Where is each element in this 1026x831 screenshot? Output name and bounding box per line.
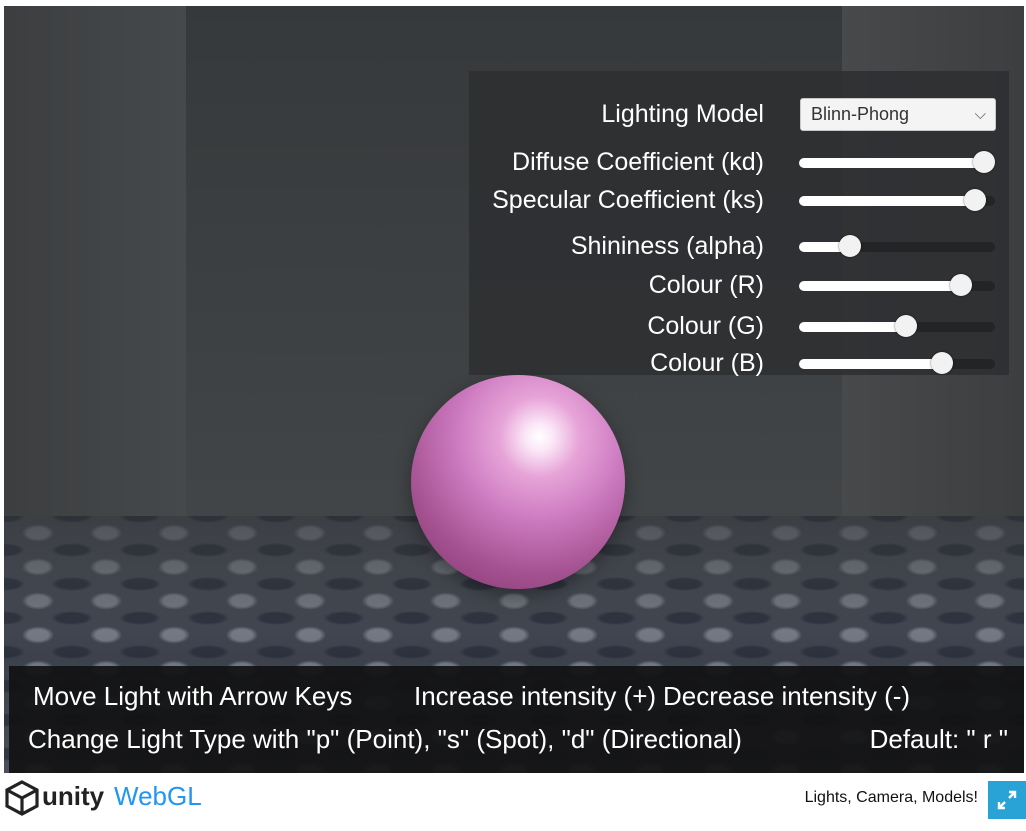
slider-label: Specular Coefficient (ks) xyxy=(492,186,764,214)
instructions-panel: Move Light with Arrow Keys Increase inte… xyxy=(9,666,1024,773)
slider-label: Colour (B) xyxy=(650,349,764,377)
specular-coefficient-slider[interactable] xyxy=(799,189,995,211)
default-instruction: Default: " r " xyxy=(869,724,1008,754)
webgl-logo-text: WebGL xyxy=(114,781,202,811)
slider-handle[interactable] xyxy=(973,151,995,173)
slider-row-r: Colour (R) xyxy=(469,267,1009,303)
unity-logo-icon xyxy=(5,780,39,816)
slider-row-kd: Diffuse Coefficient (kd) xyxy=(469,144,1009,180)
lighting-control-panel: Lighting Model Blinn-Phong ⌵ Diffuse Coe… xyxy=(469,71,1009,377)
light-type-instruction: Change Light Type with "p" (Point), "s" … xyxy=(28,724,742,754)
move-light-instruction: Move Light with Arrow Keys xyxy=(33,681,353,711)
diffuse-coefficient-slider[interactable] xyxy=(799,151,995,173)
increase-intensity-instruction: Increase intensity (+) xyxy=(414,681,657,711)
unity-footer: unity WebGL Lights, Camera, Models! xyxy=(0,773,1026,831)
slider-label: Diffuse Coefficient (kd) xyxy=(512,148,764,176)
unity-logo-text: unity xyxy=(42,781,105,811)
webgl-canvas[interactable]: Lighting Model Blinn-Phong ⌵ Diffuse Coe… xyxy=(4,6,1024,773)
lighting-model-value: Blinn-Phong xyxy=(811,104,910,124)
build-title: Lights, Camera, Models! xyxy=(804,789,978,806)
lighting-model-row: Lighting Model Blinn-Phong ⌵ xyxy=(469,96,1009,132)
slider-handle[interactable] xyxy=(950,274,973,296)
slider-row-g: Colour (G) xyxy=(469,308,1009,344)
slider-label: Colour (R) xyxy=(648,271,764,299)
slider-row-alpha: Shininess (alpha) xyxy=(469,228,1009,264)
fullscreen-button[interactable] xyxy=(988,781,1026,819)
colour-r-slider[interactable] xyxy=(799,274,995,296)
slider-row-b: Colour (B) xyxy=(469,345,1009,381)
colour-b-slider[interactable] xyxy=(799,352,995,374)
slider-label: Colour (G) xyxy=(647,312,764,340)
shininess-slider[interactable] xyxy=(799,235,995,257)
slider-handle[interactable] xyxy=(839,235,862,257)
slider-row-ks: Specular Coefficient (ks) xyxy=(469,182,1009,218)
expand-icon xyxy=(997,790,1017,810)
decrease-intensity-instruction: Decrease intensity (-) xyxy=(663,681,911,711)
colour-g-slider[interactable] xyxy=(799,315,995,337)
lit-sphere xyxy=(411,375,625,589)
slider-handle[interactable] xyxy=(931,352,954,374)
slider-label: Shininess (alpha) xyxy=(570,232,764,260)
slider-handle[interactable] xyxy=(964,189,987,211)
lighting-model-dropdown[interactable]: Blinn-Phong ⌵ xyxy=(800,98,996,131)
chevron-down-icon: ⌵ xyxy=(974,106,986,123)
lighting-model-label: Lighting Model xyxy=(601,100,764,128)
slider-handle[interactable] xyxy=(894,315,917,337)
